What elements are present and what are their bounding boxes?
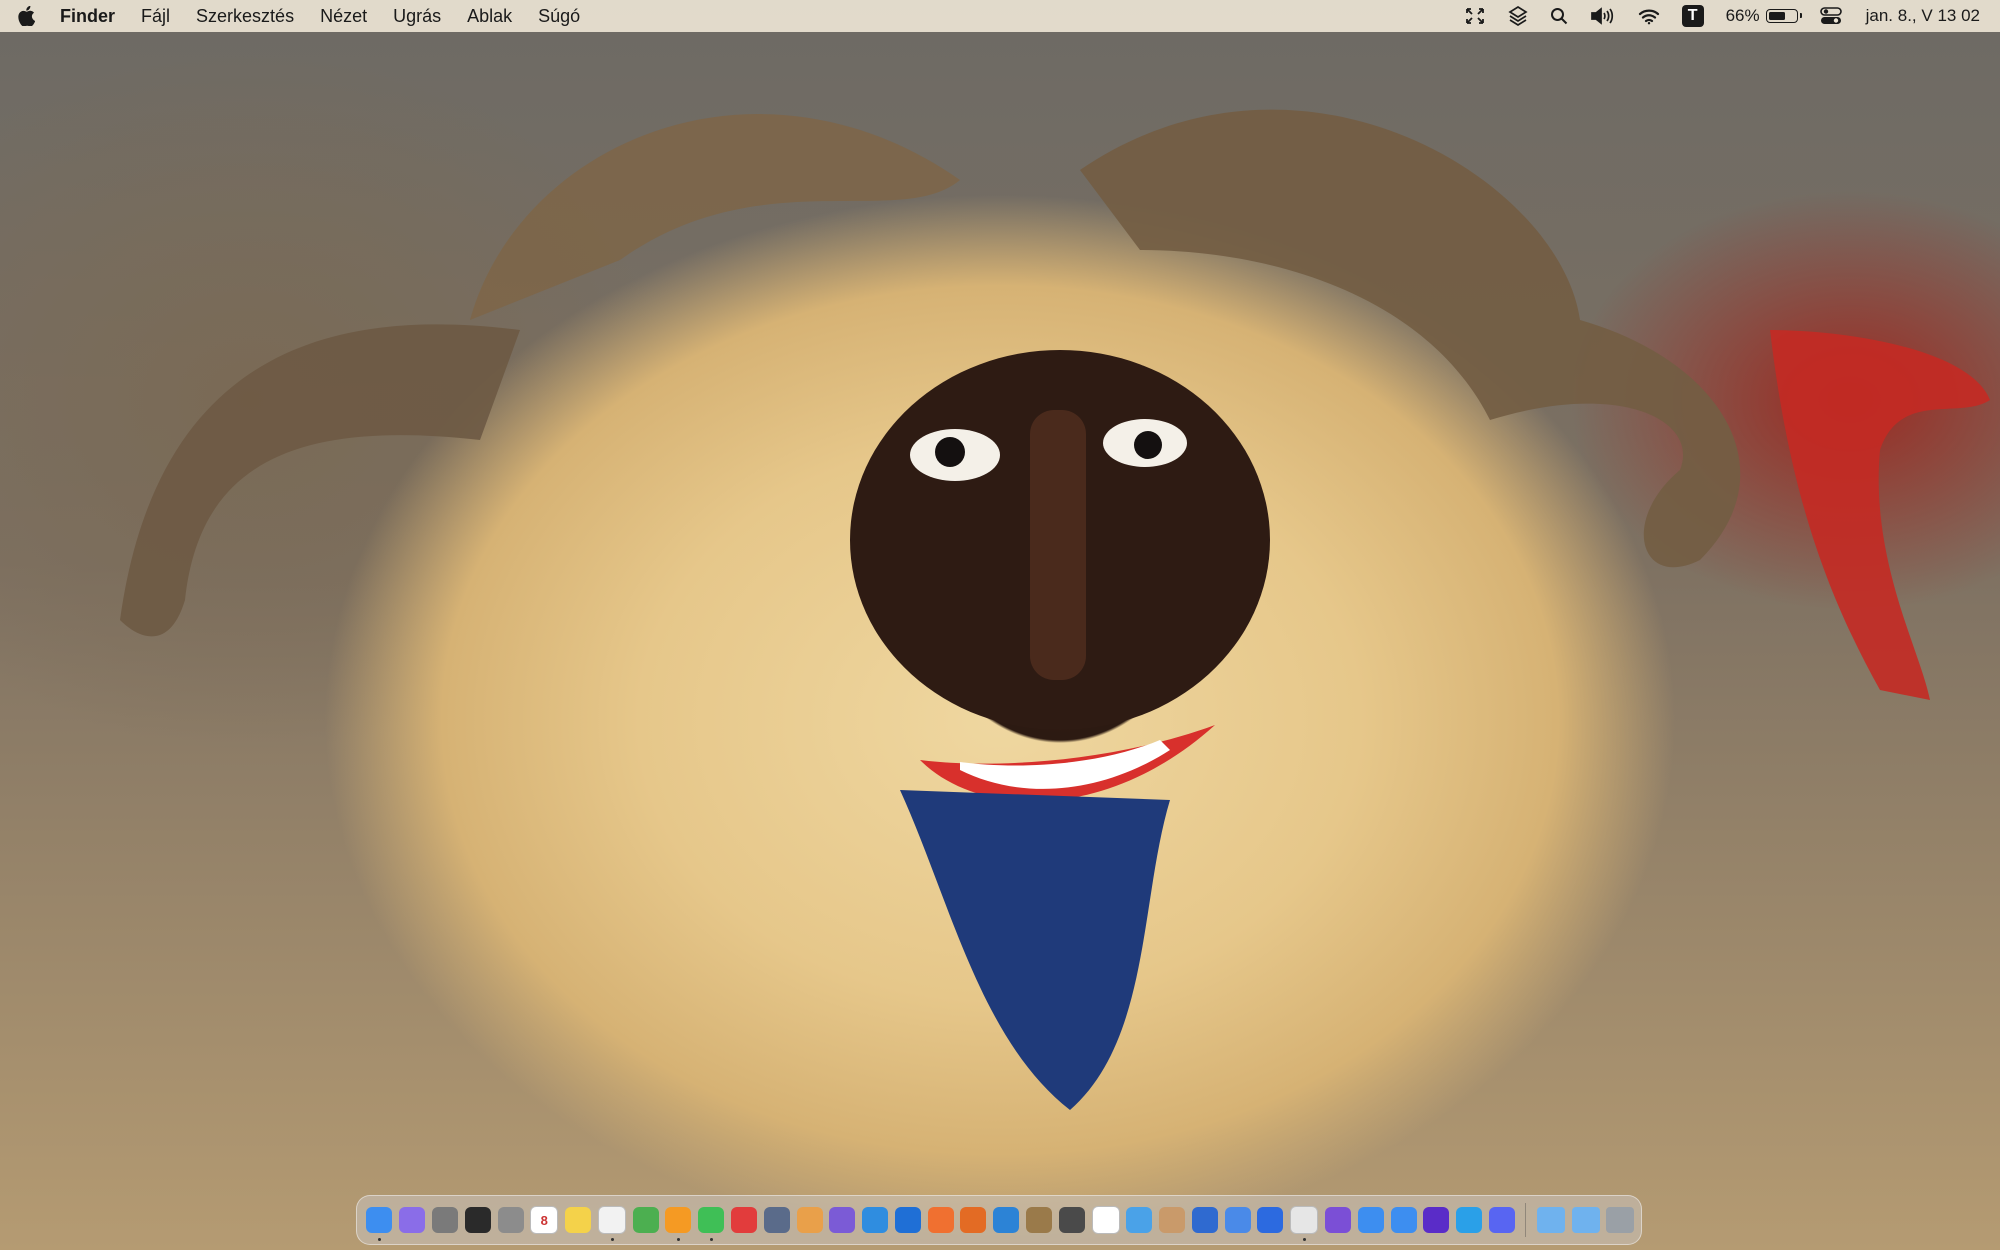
dock-office-app-icon[interactable] [960, 1207, 987, 1233]
dock-cloud-app-icon[interactable] [1126, 1207, 1153, 1233]
control-center-icon[interactable] [1819, 0, 1842, 32]
desktop-wallpaper [0, 0, 2000, 1250]
dock-numbers-icon[interactable] [698, 1207, 725, 1241]
dock-xcode-app-icon[interactable] [1224, 1207, 1251, 1233]
dock-skype-icon[interactable] [1456, 1207, 1483, 1233]
dock-mail-icon[interactable] [1390, 1207, 1417, 1233]
running-indicator [710, 1238, 714, 1241]
t-app-icon[interactable]: T [1681, 0, 1704, 32]
dock-screen-app-icon[interactable] [399, 1207, 426, 1233]
dock-apps: 8 [363, 1206, 1518, 1241]
dock-textedit-icon[interactable] [597, 1206, 626, 1241]
dock-trash-icon[interactable] [1606, 1207, 1635, 1233]
search-icon[interactable] [1550, 0, 1568, 32]
dock-paint-app-icon[interactable] [1026, 1207, 1053, 1233]
dock-flow-app-icon[interactable] [894, 1207, 921, 1233]
dock-mail-m-app-icon[interactable] [1257, 1207, 1284, 1233]
dock-game-app-icon[interactable] [1159, 1207, 1186, 1233]
dock-browser-app-icon[interactable] [993, 1207, 1020, 1233]
dock-affinity-designer-icon[interactable] [829, 1207, 856, 1233]
menu-app-name[interactable]: Finder [52, 0, 128, 32]
layers-icon[interactable] [1507, 0, 1528, 32]
wifi-icon[interactable] [1638, 0, 1660, 32]
dock-chart-app-icon[interactable] [1423, 1207, 1450, 1233]
menu-view[interactable]: Nézet [307, 0, 380, 32]
menu-go[interactable]: Ugrás [380, 0, 454, 32]
dock: 8 [356, 1195, 1642, 1245]
menu-file[interactable]: Fájl [128, 0, 183, 32]
dock-chrome-icon[interactable] [632, 1207, 659, 1233]
dock-notes-icon[interactable] [565, 1207, 592, 1233]
dock-separator [1525, 1203, 1527, 1237]
t-app-letter: T [1681, 5, 1704, 27]
battery-level-fill [1768, 12, 1785, 20]
dock-clock-icon[interactable] [1091, 1206, 1120, 1234]
dock-safari-icon[interactable] [1357, 1207, 1384, 1233]
dock-calendar-icon[interactable]: 8 [530, 1206, 559, 1234]
menu-bar-right: T 66% jan. 8., V 13 02 [1442, 0, 2000, 32]
dock-activity-app-icon[interactable] [431, 1207, 458, 1233]
menu-help[interactable]: Súgó [525, 0, 593, 32]
dock-firefox-app-icon[interactable] [927, 1207, 954, 1233]
battery-indicator[interactable]: 66% [1725, 6, 1802, 26]
menu-window[interactable]: Ablak [454, 0, 525, 32]
clock[interactable]: jan. 8., V 13 02 [1866, 6, 1980, 26]
dock-discord-icon[interactable] [1488, 1207, 1515, 1233]
dock-bluedock-app-icon[interactable] [1191, 1207, 1218, 1233]
apple-icon[interactable] [0, 0, 52, 32]
dock-affinity-photo-icon[interactable] [862, 1207, 889, 1233]
dock-vpn-app-icon[interactable] [1290, 1206, 1319, 1241]
battery-icon [1765, 9, 1802, 23]
menu-bar-left: Finder Fájl Szerkesztés Nézet Ugrás Abla… [0, 0, 593, 32]
dock-terminal-icon[interactable] [464, 1207, 491, 1233]
dock-storage-app-icon[interactable] [763, 1207, 790, 1233]
running-indicator [677, 1238, 681, 1241]
running-indicator [378, 1238, 382, 1241]
menu-bar: Finder Fájl Szerkesztés Nézet Ugrás Abla… [0, 0, 2000, 32]
dock-pages-icon[interactable] [665, 1207, 692, 1241]
dock-calendar-label: 8 [540, 1212, 548, 1228]
dock-calculator-icon[interactable] [1058, 1207, 1085, 1233]
running-indicator [610, 1238, 614, 1241]
menu-edit[interactable]: Szerkesztés [183, 0, 307, 32]
dock-plus-app-icon[interactable] [1325, 1207, 1352, 1233]
dock-finder-icon[interactable] [366, 1207, 393, 1241]
dock-system-settings-icon[interactable] [497, 1207, 524, 1233]
dock-keynote-red-icon[interactable] [730, 1207, 757, 1233]
battery-percent: 66% [1725, 6, 1760, 25]
screen-resize-icon[interactable] [1464, 0, 1486, 32]
running-indicator [1303, 1238, 1307, 1241]
dock-photos-icon[interactable] [796, 1207, 823, 1233]
dock-downloads-folder-icon[interactable] [1571, 1207, 1600, 1233]
volume-icon[interactable] [1590, 0, 1616, 32]
dock-folders [1533, 1207, 1637, 1233]
dock-applications-folder-icon[interactable] [1536, 1207, 1565, 1233]
